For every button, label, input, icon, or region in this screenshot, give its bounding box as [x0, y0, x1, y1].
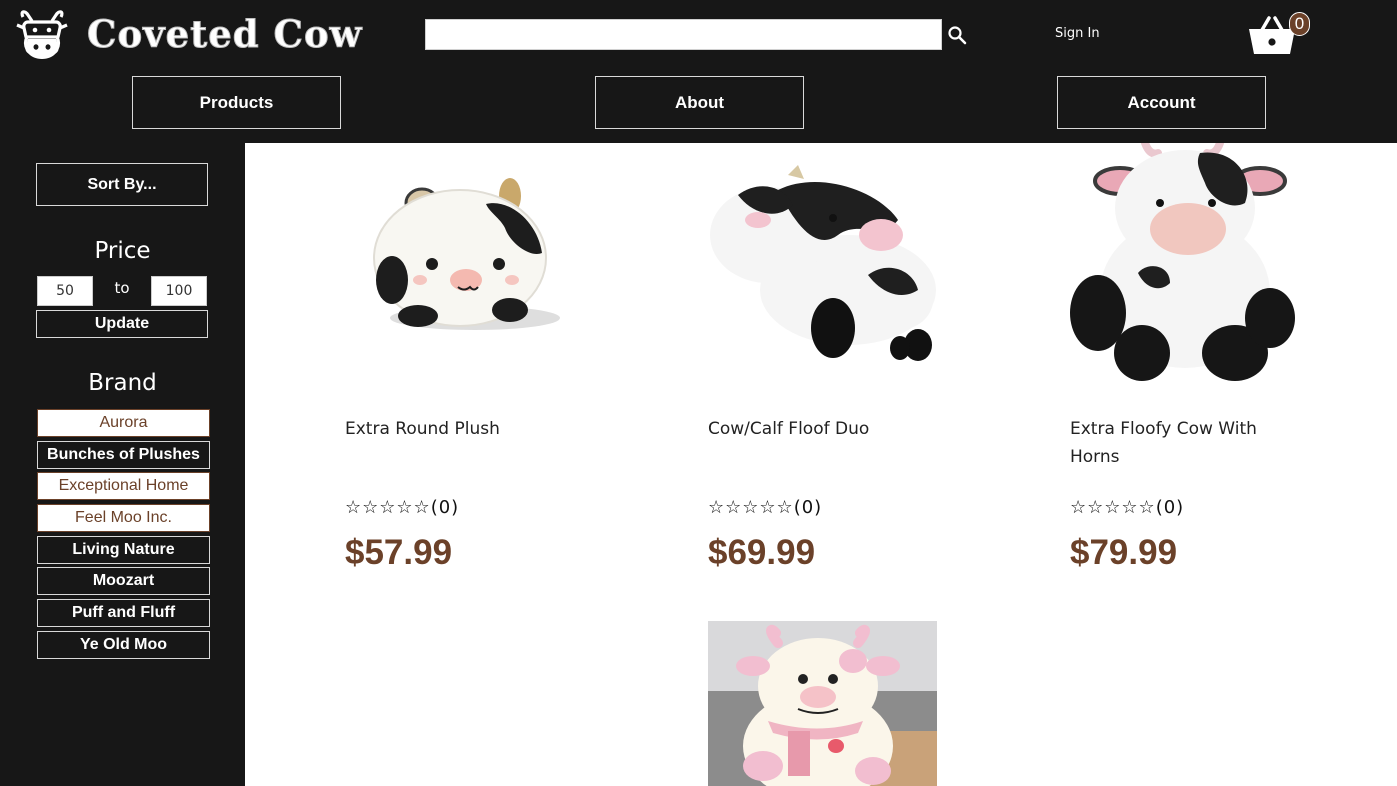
brand-filter-moozart[interactable]: Moozart	[37, 567, 210, 596]
product-image-cow-calf-floof-duo[interactable]	[708, 160, 938, 365]
product-rating-stars[interactable]: ☆☆☆☆☆(0)	[708, 497, 822, 518]
star-outline-icon[interactable]: ☆☆☆☆☆	[1070, 497, 1156, 518]
brand-filter-feel-moo-inc[interactable]: Feel Moo Inc.	[37, 504, 210, 533]
brand-filter-living-nature[interactable]: Living Nature	[37, 535, 210, 564]
sign-in-link[interactable]: Sign In	[1055, 26, 1100, 41]
nav-account-button[interactable]: Account	[1057, 76, 1266, 129]
product-price: $79.99	[1070, 533, 1178, 572]
product-name[interactable]: Cow/Calf Floof Duo	[708, 415, 948, 443]
brand-filter-puff-and-fluff[interactable]: Puff and Fluff	[37, 599, 210, 628]
search-input[interactable]	[425, 19, 942, 50]
brand-filter-aurora[interactable]: Aurora	[37, 409, 210, 437]
product-price: $57.99	[345, 533, 453, 572]
product-image-pink-cow-plush[interactable]	[708, 621, 937, 786]
site-title[interactable]: Coveted Cow	[87, 12, 363, 57]
product-name[interactable]: Extra Floofy Cow With Horns	[1070, 415, 1300, 471]
site-header: Coveted Cow Sign In 0 Products About Acc…	[0, 0, 1397, 143]
star-outline-icon[interactable]: ☆☆☆☆☆	[345, 497, 431, 518]
cow-logo-icon[interactable]	[14, 9, 70, 63]
price-min-input[interactable]	[37, 276, 93, 306]
star-outline-icon[interactable]: ☆☆☆☆☆	[708, 497, 794, 518]
price-heading: Price	[94, 238, 151, 264]
product-name[interactable]: Extra Round Plush	[345, 415, 585, 443]
brand-heading: Brand	[88, 370, 157, 396]
product-image-extra-round-plush[interactable]	[360, 168, 570, 338]
nav-about-button[interactable]: About	[595, 76, 804, 129]
product-rating-stars[interactable]: ☆☆☆☆☆(0)	[1070, 497, 1184, 518]
search-icon[interactable]	[947, 25, 967, 45]
nav-products-button[interactable]: Products	[132, 76, 341, 129]
update-price-button[interactable]: Update	[36, 310, 208, 338]
sort-by-button[interactable]: Sort By...	[36, 163, 208, 206]
product-rating-stars[interactable]: ☆☆☆☆☆(0)	[345, 497, 459, 518]
rating-count: (0)	[1155, 497, 1185, 518]
product-price: $69.99	[708, 533, 816, 572]
brand-filter-list: Aurora Bunches of Plushes Exceptional Ho…	[37, 409, 210, 663]
brand-filter-ye-old-moo[interactable]: Ye Old Moo	[37, 630, 210, 659]
price-max-input[interactable]	[151, 276, 207, 306]
price-to-label: to	[114, 279, 130, 297]
cart-count-badge: 0	[1289, 12, 1310, 36]
filter-sidebar: Sort By... Price to Update Brand Aurora …	[0, 143, 245, 786]
brand-filter-exceptional-home[interactable]: Exceptional Home	[37, 472, 210, 501]
rating-count: (0)	[430, 497, 460, 518]
rating-count: (0)	[793, 497, 823, 518]
product-image-extra-floofy-cow-with-horns[interactable]	[1070, 143, 1300, 385]
brand-filter-bunches-of-plushes[interactable]: Bunches of Plushes	[37, 440, 210, 469]
